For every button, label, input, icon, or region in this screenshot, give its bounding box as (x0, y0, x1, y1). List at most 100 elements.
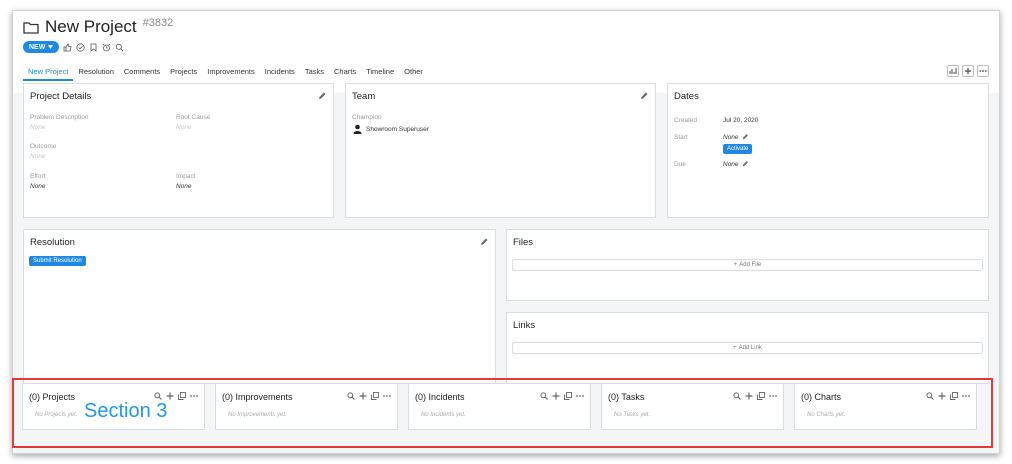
activate-button[interactable]: Activate (723, 144, 753, 154)
effort-label: Effort (30, 173, 46, 180)
zoom-icon[interactable] (115, 43, 124, 52)
chart-button[interactable] (947, 65, 959, 77)
files-card: Files + Add File (506, 229, 989, 301)
search-icon[interactable] (733, 392, 741, 400)
pencil-icon[interactable] (318, 91, 327, 100)
start-value[interactable]: None (723, 134, 739, 141)
panel-tools (154, 392, 198, 400)
status-label: NEW (29, 43, 46, 51)
pencil-icon[interactable] (742, 160, 749, 167)
project-details-card: Project Details Problem Description None… (23, 83, 334, 218)
submit-resolution-button[interactable]: Submit Resolution (29, 256, 86, 266)
check-circle-icon[interactable] (76, 42, 85, 52)
outcome-label: Outcome (30, 143, 57, 150)
more-icon[interactable] (962, 392, 970, 400)
plus-icon[interactable] (938, 392, 946, 400)
panel-tools (733, 392, 777, 400)
more-icon (979, 70, 987, 72)
projects-empty-text: No Projects yet. (35, 412, 78, 418)
tab-other[interactable]: Other (399, 67, 428, 81)
dates-title: Dates (674, 91, 699, 102)
alarm-clock-icon[interactable] (102, 43, 111, 52)
thumbs-up-icon[interactable] (63, 43, 72, 52)
user-avatar-icon (353, 124, 362, 134)
improvements-panel-title: (0) Improvements (222, 392, 293, 402)
search-icon[interactable] (347, 392, 355, 400)
tab-incidents[interactable]: Incidents (260, 67, 300, 81)
plus-icon[interactable] (166, 392, 174, 400)
champion-label: Champion (352, 114, 382, 121)
panel-tools (926, 392, 970, 400)
charts-panel-title: (0) Charts (801, 392, 842, 402)
effort-value: None (30, 183, 46, 190)
bookmark-icon[interactable] (89, 43, 98, 52)
tab-tasks[interactable]: Tasks (300, 67, 329, 81)
dates-card: Dates Created Jul 20, 2020 Start None Ac… (667, 83, 989, 218)
copy-icon[interactable] (371, 392, 379, 400)
outcome-value: None (30, 153, 46, 160)
tab-projects[interactable]: Projects (165, 67, 202, 81)
add-link-label: Add Link (738, 345, 762, 351)
search-icon[interactable] (540, 392, 548, 400)
team-card: Team Champion Showroom Superuser (345, 83, 656, 218)
more-icon[interactable] (576, 392, 584, 400)
incidents-panel-title: (0) Incidents (415, 392, 465, 402)
tasks-panel-title: (0) Tasks (608, 392, 645, 402)
files-title: Files (513, 237, 534, 248)
team-title: Team (352, 91, 376, 102)
title-row: New Project #3832 (23, 17, 173, 37)
plus-icon[interactable] (359, 392, 367, 400)
tab-bar: New Project Resolution Comments Projects… (23, 67, 428, 81)
created-label: Created (674, 117, 698, 124)
more-icon[interactable] (190, 392, 198, 400)
project-details-title: Project Details (30, 91, 92, 102)
copy-icon[interactable] (178, 392, 186, 400)
copy-icon[interactable] (564, 392, 572, 400)
page-title: New Project (45, 17, 137, 36)
plus-icon[interactable] (552, 392, 560, 400)
tab-charts[interactable]: Charts (329, 67, 361, 81)
tab-resolution[interactable]: Resolution (73, 67, 118, 81)
root-cause-label: Root Cause (176, 114, 211, 121)
add-button[interactable] (962, 65, 974, 77)
tab-timeline[interactable]: Timeline (361, 67, 399, 81)
add-file-button[interactable]: + Add File (512, 259, 983, 271)
pencil-icon[interactable] (640, 91, 649, 100)
plus-icon: + (733, 262, 738, 268)
copy-icon[interactable] (950, 392, 958, 400)
problem-description-value: None (30, 124, 46, 131)
more-button[interactable] (977, 65, 989, 77)
page-header: New Project #3832 NEW New Project Resolu… (13, 11, 999, 93)
impact-label: Impact (176, 173, 196, 180)
links-card: Links + Add Link (506, 312, 989, 384)
status-dropdown[interactable]: NEW (23, 41, 60, 53)
panel-tools (347, 392, 391, 400)
tab-new-project[interactable]: New Project (23, 67, 74, 81)
section-3-label: Section 3 (84, 400, 168, 422)
problem-description-label: Problem Description (30, 114, 89, 121)
charts-panel: (0) Charts No Charts yet. (794, 383, 977, 430)
charts-empty-text: No Charts yet. (807, 412, 846, 418)
created-value: Jul 20, 2020 (723, 117, 759, 124)
due-value[interactable]: None (723, 161, 739, 168)
resolution-title: Resolution (30, 237, 75, 248)
incidents-empty-text: No Incidents yet. (421, 412, 466, 418)
pencil-icon[interactable] (480, 237, 489, 246)
add-link-button[interactable]: + Add Link (512, 342, 983, 354)
search-icon[interactable] (154, 392, 162, 400)
champion-name[interactable]: Showroom Superuser (366, 126, 429, 133)
copy-icon[interactable] (757, 392, 765, 400)
improvements-panel: (0) Improvements No Improvements yet. (215, 383, 398, 430)
more-icon[interactable] (769, 392, 777, 400)
tab-improvements[interactable]: Improvements (202, 67, 260, 81)
search-icon[interactable] (926, 392, 934, 400)
project-id: #3832 (142, 17, 174, 29)
bar-chart-icon (949, 68, 957, 74)
tab-comments[interactable]: Comments (119, 67, 165, 81)
root-cause-value: None (176, 124, 192, 131)
links-title: Links (513, 320, 536, 331)
pencil-icon[interactable] (742, 133, 749, 140)
plus-icon[interactable] (745, 392, 753, 400)
toolbar (947, 65, 989, 77)
more-icon[interactable] (383, 392, 391, 400)
